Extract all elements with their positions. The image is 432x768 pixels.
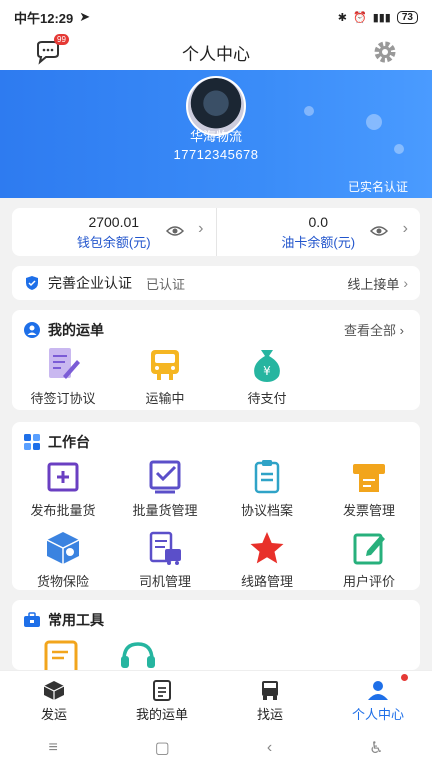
eye-icon[interactable] — [370, 224, 388, 238]
svg-text:¥: ¥ — [263, 364, 271, 378]
tab-find-shipment[interactable]: 找运 — [216, 671, 324, 728]
headset-icon[interactable] — [118, 638, 158, 670]
profile-banner: 华海物流 17712345678 已实名认证 — [0, 70, 432, 198]
fuel-card-balance[interactable]: 0.0 油卡余额(元) › — [215, 208, 421, 256]
order-pending-pay[interactable]: ¥ 待支付 — [216, 346, 318, 407]
clipboard-icon — [254, 460, 280, 494]
publish-batch-cargo[interactable]: 发布批量货 — [12, 458, 114, 519]
edit-icon — [353, 533, 385, 565]
status-bar: 中午12:29 ➤ ✱ ⏰ ▮▮▮ 73 — [0, 0, 432, 34]
fuel-balance-label: 油卡余额(元) — [281, 235, 356, 250]
tools-header: 常用工具 — [24, 610, 104, 630]
star-icon — [250, 532, 284, 564]
workbench-header: 工作台 — [24, 432, 90, 452]
bottom-tab-bar: 发运 我的运单 找运 个人中心 — [0, 670, 432, 728]
chevron-right-icon: › — [198, 220, 204, 237]
user-icon — [368, 681, 388, 700]
orders-title: 我的运单 — [48, 322, 104, 338]
invoice-manage[interactable]: 发票管理 — [318, 458, 420, 519]
battery-indicator: 73 — [396, 10, 418, 24]
toolbox-icon — [24, 612, 40, 627]
orders-header: 我的运单 — [24, 320, 104, 340]
bluetooth-icon: ✱ — [337, 11, 347, 24]
top-bar: 99 个人中心 — [0, 34, 432, 70]
orders-grid: 待签订协议 运输中 ¥ 待支付 — [12, 346, 420, 407]
wallet-balance-label: 钱包余额(元) — [76, 235, 151, 250]
my-orders-card: 我的运单 查看全部 › 待签订协议 运输中 ¥ 待支付 — [12, 310, 420, 410]
gear-icon[interactable] — [372, 39, 398, 65]
add-box-icon — [47, 462, 79, 492]
enterprise-cert-row[interactable]: 完善企业认证 已认证 线上接单 › — [12, 266, 420, 300]
box-icon — [43, 681, 65, 700]
tools-title: 常用工具 — [48, 612, 104, 628]
signal-icon: ▮▮▮ — [372, 11, 391, 24]
route-manage[interactable]: 线路管理 — [216, 529, 318, 590]
workbench-grid: 发布批量货 批量货管理 协议档案 发票管理 货物保险 司机管理 线路管理 用户评… — [12, 458, 420, 590]
user-circle-icon — [24, 322, 40, 338]
company-name: 华海物流 — [189, 129, 242, 144]
package-icon — [46, 532, 80, 564]
notepad-icon[interactable] — [42, 638, 82, 670]
fuel-balance-value: 0.0 — [308, 214, 328, 230]
message-badge: 99 — [54, 34, 69, 45]
menu-icon[interactable]: ≡ — [48, 739, 57, 757]
tools-card: 常用工具 — [12, 600, 420, 670]
cert-title: 完善企业认证 — [48, 275, 132, 291]
verified-label: 已实名认证 — [347, 180, 408, 194]
chevron-right-icon: › — [402, 220, 408, 237]
view-all-link[interactable]: 查看全部 › — [344, 320, 404, 339]
driver-card-icon — [149, 531, 181, 565]
contract-sign-icon — [49, 348, 80, 379]
cert-status: 已认证 — [146, 276, 186, 292]
truck-icon — [151, 350, 179, 380]
decor-bubble — [304, 106, 314, 116]
truck-front-icon — [262, 681, 278, 700]
online-order-link[interactable]: 线上接单 — [347, 274, 399, 293]
location-icon: ➤ — [79, 9, 91, 24]
cargo-insurance[interactable]: 货物保险 — [12, 529, 114, 590]
system-nav-bar: ≡ ▢ ‹ ♿ — [0, 728, 432, 768]
clipboard-list-icon — [153, 680, 171, 701]
workbench-title: 工作台 — [48, 434, 90, 450]
notification-dot — [401, 674, 408, 681]
agreement-archive[interactable]: 协议档案 — [216, 458, 318, 519]
order-pending-sign[interactable]: 待签订协议 — [12, 346, 114, 407]
shield-icon — [26, 276, 38, 290]
eye-icon[interactable] — [165, 224, 184, 238]
money-bag-icon: ¥ — [254, 350, 280, 382]
back-icon[interactable]: ‹ — [267, 739, 272, 757]
phone-number: 17712345678 — [173, 147, 259, 162]
wallet-balance-value: 2700.01 — [88, 214, 140, 230]
grid-icon — [24, 434, 40, 450]
wallet-card: 2700.01 钱包余额(元) › 0.0 油卡余额(元) › — [12, 208, 420, 256]
invoice-icon — [353, 464, 385, 492]
user-review[interactable]: 用户评价 — [318, 529, 420, 590]
driver-manage[interactable]: 司机管理 — [114, 529, 216, 590]
tab-my-orders[interactable]: 我的运单 — [108, 671, 216, 728]
tab-profile[interactable]: 个人中心 — [324, 671, 432, 728]
checklist-icon — [149, 460, 181, 494]
batch-cargo-manage[interactable]: 批量货管理 — [114, 458, 216, 519]
alarm-icon: ⏰ — [353, 11, 367, 24]
tab-ship[interactable]: 发运 — [0, 671, 108, 728]
page-title: 个人中心 — [182, 44, 250, 64]
status-time: 中午12:29 — [14, 10, 74, 26]
chevron-right-icon: › — [403, 275, 408, 291]
home-icon[interactable]: ▢ — [155, 738, 170, 758]
order-in-transit[interactable]: 运输中 — [114, 346, 216, 407]
accessibility-icon[interactable]: ♿ — [369, 738, 383, 758]
workbench-card: 工作台 发布批量货 批量货管理 协议档案 发票管理 货物保险 司机管理 线路管理… — [12, 422, 420, 590]
wallet-balance[interactable]: 2700.01 钱包余额(元) › — [12, 208, 216, 256]
